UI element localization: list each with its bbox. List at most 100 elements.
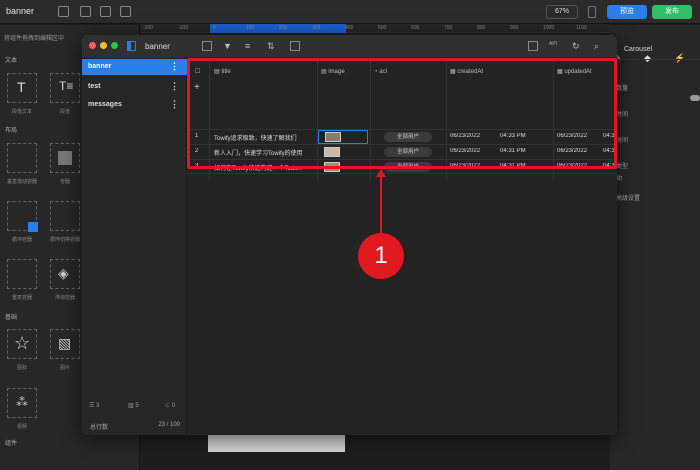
property-toggle[interactable]: [690, 95, 700, 101]
component-label: 容器: [59, 179, 70, 185]
vertical-scroll-container[interactable]: [7, 143, 37, 173]
loop-switch-container[interactable]: [50, 201, 80, 231]
ruler-selection: [210, 24, 346, 33]
link-count: ⊂ 0: [165, 402, 175, 409]
ruler-tick: 1100: [576, 25, 587, 31]
more-icon[interactable]: ⋮: [170, 61, 179, 72]
row-count-value: 5: [135, 403, 139, 409]
maximize-window-button[interactable]: [111, 42, 118, 49]
top-toolbar: banner 67% 预览 发布: [0, 0, 700, 24]
table-name: banner: [88, 63, 112, 70]
property-label: 高级设置: [616, 196, 641, 202]
column-count-value: 3: [96, 403, 100, 409]
step-badge: 1: [358, 233, 404, 279]
ruler-tick: 100: [246, 25, 255, 31]
ruler-tick: 700: [444, 25, 453, 31]
property-label: 时间: [616, 138, 629, 144]
video-icon: ⁂: [16, 395, 28, 409]
table-item-messages[interactable]: messages ⋮: [82, 97, 187, 113]
ruler-tick: 800: [477, 25, 486, 31]
ruler-tick: 400: [345, 25, 354, 31]
preview-button[interactable]: 预览: [607, 5, 647, 19]
project-title: banner: [6, 6, 35, 16]
logic-icon[interactable]: [80, 6, 91, 17]
component-label: 垂直滚动容器: [6, 179, 37, 185]
image-component[interactable]: ▧: [50, 329, 80, 359]
star-icon: ☆: [14, 333, 31, 353]
video-component[interactable]: ⁂: [7, 388, 37, 418]
properties-panel: ✎ ◆ ⚡ Carousel 数量 时间 时间 类型 动 高级设置: [610, 25, 700, 470]
paragraph-text-component[interactable]: T: [7, 73, 37, 103]
publish-button[interactable]: 发布: [652, 5, 692, 19]
component-label: 浮动容器: [54, 295, 75, 301]
loop-container[interactable]: [7, 201, 38, 232]
plugin-icon[interactable]: [120, 6, 131, 17]
more-icon[interactable]: ⋮: [170, 81, 179, 92]
ruler-tick: -200: [143, 25, 154, 31]
component-label: 视频: [16, 424, 27, 430]
container-component[interactable]: [50, 143, 80, 173]
ruler-tick: 1000: [543, 25, 555, 31]
ruler-tick: -100: [178, 25, 189, 31]
canvas-preview[interactable]: [208, 434, 345, 452]
window-title: banner: [145, 42, 170, 51]
search-icon[interactable]: ⌕: [594, 41, 604, 51]
component-label: 循环容器: [11, 237, 32, 243]
filter-icon[interactable]: ▼: [223, 41, 233, 51]
total-rows-value: 23 / 100: [158, 422, 180, 428]
refresh-icon[interactable]: ↻: [572, 41, 582, 51]
section-layout: 布局: [5, 128, 18, 134]
section-components: 组件: [5, 441, 18, 447]
component-label: 段落: [59, 109, 70, 115]
icon-component[interactable]: ☆: [7, 329, 37, 359]
row-count: ▥ 5: [128, 402, 139, 409]
section-text: 文本: [5, 58, 18, 64]
list-icon: ☰: [89, 403, 97, 409]
minimize-window-button[interactable]: [100, 42, 107, 49]
close-window-button[interactable]: [89, 42, 96, 49]
ruler-tick: 500: [378, 25, 387, 31]
float-container[interactable]: ◈: [50, 259, 80, 289]
section-basic: 基础: [5, 315, 18, 321]
file-icon[interactable]: [58, 6, 69, 17]
component-label: 重复容器: [11, 295, 32, 301]
component-label: 循环切换容器: [49, 237, 80, 243]
component-label: 图标: [16, 365, 27, 371]
sidebar-toggle-icon[interactable]: [127, 41, 136, 51]
arrow-line: [380, 175, 382, 235]
table-item-test[interactable]: test ⋮: [82, 79, 187, 95]
ruler-tick: 600: [411, 25, 420, 31]
link-icon: ⊂: [165, 403, 172, 409]
ruler-tick: 0: [213, 25, 216, 31]
divider: [610, 59, 700, 60]
export-icon[interactable]: [290, 41, 300, 51]
api-icon[interactable]: API: [549, 41, 559, 51]
ruler-tick: 200: [279, 25, 288, 31]
paragraph-component[interactable]: T≡: [50, 73, 80, 103]
zoom-dropdown[interactable]: 67%: [546, 5, 578, 19]
device-icon[interactable]: [588, 6, 596, 18]
more-icon[interactable]: ⋮: [170, 99, 179, 110]
table-icon[interactable]: [202, 41, 212, 51]
property-label: 类型: [616, 164, 629, 170]
highlight-box: [187, 58, 617, 169]
component-label: 段落文本: [11, 109, 32, 115]
ruler-tick: 300: [312, 25, 321, 31]
property-label: 时间: [616, 112, 629, 118]
container-icon: [58, 151, 72, 165]
carousel-tab[interactable]: Carousel: [624, 46, 652, 53]
link-count-value: 0: [171, 403, 176, 409]
window-titlebar: banner ▼ ≡ ⇅ API ↻ ⌕: [82, 35, 617, 57]
data-icon[interactable]: [100, 6, 111, 17]
repeat-container[interactable]: [7, 259, 37, 289]
table-name: messages: [88, 101, 122, 108]
group-icon[interactable]: ≡: [245, 41, 255, 51]
table-name: test: [88, 83, 101, 90]
ruler: -200 -100 0 100 200 300 400 500 600 700 …: [140, 24, 610, 33]
paragraph-icon: T≡: [59, 79, 74, 93]
sort-icon[interactable]: ⇅: [267, 41, 277, 51]
layers-icon: ◈: [58, 265, 69, 281]
layout-icon[interactable]: [528, 41, 538, 51]
table-item-banner[interactable]: banner ⋮: [82, 59, 187, 75]
image-icon: ▧: [58, 335, 72, 351]
